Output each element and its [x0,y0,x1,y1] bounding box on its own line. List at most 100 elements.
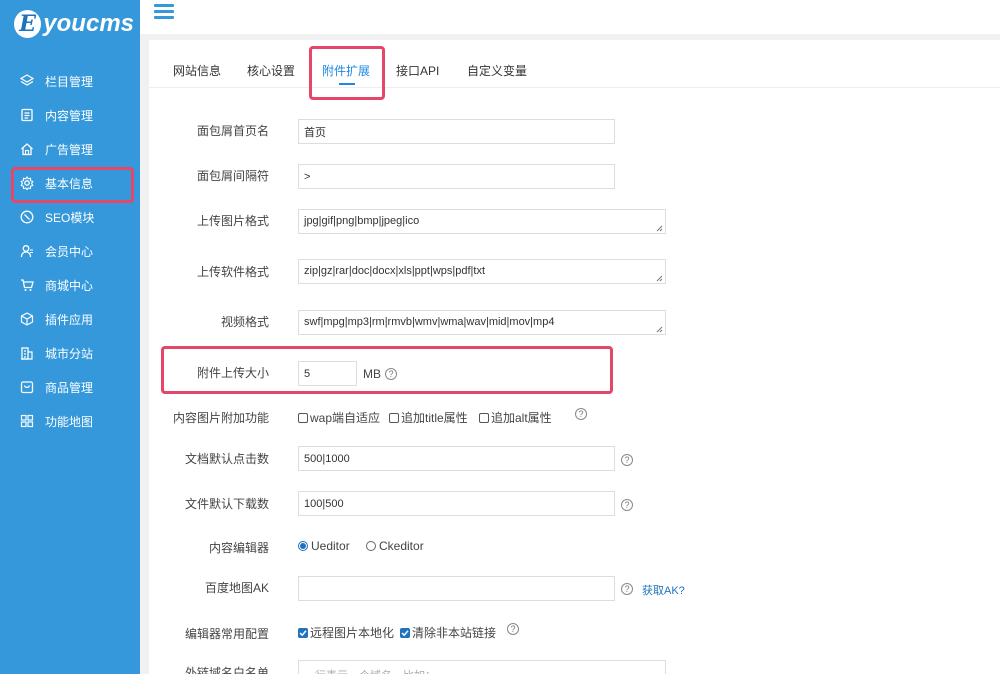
building-icon [20,346,34,360]
textarea-value: jpg|gif|png|bmp|jpeg|ico [304,215,420,227]
sidebar-item-members[interactable]: 会员中心 [0,234,140,268]
field-label: 上传图片格式 [196,214,269,228]
checkbox-box [298,627,308,638]
breadcrumb-home-input[interactable]: 首页 [298,119,615,144]
sidebar-item-label: SEO模块 [45,210,95,225]
ueditor-radio[interactable]: Ueditor [298,539,350,553]
textarea-value: zip|gz|rar|doc|docx|xls|ppt|wps|pdf|txt [304,265,486,277]
sidebar-item-label: 栏目管理 [45,74,94,89]
seo-icon [20,210,34,224]
baidu-ak-input[interactable] [298,576,615,601]
field-label: 文档默认点击数 [184,452,269,466]
cube-icon [20,312,34,326]
sidebar-item-label: 插件应用 [45,312,94,327]
checkbox-box [389,412,399,423]
checkbox-label: 远程图片本地化 [310,626,395,640]
logo-text: youcms [43,10,134,37]
tab-custom-variables[interactable]: 自定义变量 [467,62,527,79]
checkbox-box [479,412,489,423]
help-icon[interactable]: ? [621,454,633,466]
gear-icon [20,176,34,190]
user-icon [20,244,34,258]
checkbox-box [400,627,410,638]
breadcrumb-separator-input[interactable]: > [298,164,615,189]
settings-panel: 网站信息 核心设置 附件扩展 接口API 自定义变量 面包屑首页名 首页 面包屑… [149,40,1000,674]
resize-grip-icon[interactable] [655,274,663,282]
tab-core-settings[interactable]: 核心设置 [247,62,295,79]
help-icon[interactable]: ? [621,583,633,595]
domain-whitelist-textarea[interactable]: 一行表示一个域名，比如： [298,660,666,674]
checkbox-label: 追加alt属性 [491,411,552,425]
field-label: 面包屑间隔符 [196,169,269,183]
tab-api[interactable]: 接口API [396,62,439,79]
sidebar-item-label: 商城中心 [45,278,94,293]
sidebar-item-columns[interactable]: 栏目管理 [0,64,140,98]
home-icon [20,142,34,156]
sidebar-item-shop[interactable]: 商城中心 [0,268,140,302]
radio-dot [366,541,376,551]
tab-site-info[interactable]: 网站信息 [173,62,221,79]
sidebar-item-ads[interactable]: 广告管理 [0,132,140,166]
field-label: 附件上传大小 [196,366,269,380]
size-unit: MB [363,367,381,381]
sidebar-item-label: 城市分站 [45,346,94,361]
ckeditor-radio[interactable]: Ckeditor [366,539,424,553]
tab-attachment-extension[interactable]: 附件扩展 [322,62,370,79]
wap-adaptive-checkbox[interactable]: wap端自适应 [298,409,380,426]
sidebar-item-city-sites[interactable]: 城市分站 [0,336,140,370]
sidebar-nav: 栏目管理 内容管理 广告管理 基本信息 SEO模块 会员中心 商城中心 插件应用… [0,64,140,438]
menu-toggle-icon[interactable] [154,2,174,22]
remote-image-localize-checkbox[interactable]: 远程图片本地化 [298,624,394,641]
resize-grip-icon[interactable] [655,325,663,333]
top-bar [140,0,1000,34]
sidebar-item-label: 功能地图 [45,414,94,429]
help-icon[interactable]: ? [385,368,397,380]
logo[interactable]: E youcms [14,8,134,40]
tab-bar: 网站信息 核心设置 附件扩展 接口API 自定义变量 [149,40,1000,88]
sidebar-item-plugins[interactable]: 插件应用 [0,302,140,336]
video-types-textarea[interactable]: swf|mpg|mp3|rm|rmvb|wmv|wma|wav|mid|mov|… [298,310,666,335]
active-tab-indicator [339,83,355,85]
sidebar-item-content[interactable]: 内容管理 [0,98,140,132]
checkbox-label: 清除非本站链接 [412,626,497,640]
sidebar-item-basic-info[interactable]: 基本信息 [0,166,140,200]
software-types-textarea[interactable]: zip|gz|rar|doc|docx|xls|ppt|wps|pdf|txt [298,259,666,284]
document-icon [20,108,34,122]
textarea-value: swf|mpg|mp3|rm|rmvb|wmv|wma|wav|mid|mov|… [304,316,555,328]
field-label: 外链域名白名单 [184,666,269,674]
file-downloads-input[interactable]: 100|500 [298,491,615,516]
upload-size-input[interactable]: 5 [298,361,357,386]
radio-label: Ckeditor [379,539,424,553]
layers-icon [20,74,34,88]
checkbox-label: wap端自适应 [310,411,381,425]
sidebar-item-products[interactable]: 商品管理 [0,370,140,404]
field-label: 内容编辑器 [208,541,269,555]
sidebar-item-label: 基本信息 [45,176,94,191]
resize-grip-icon[interactable] [655,224,663,232]
help-icon[interactable]: ? [575,408,587,420]
sidebar-item-label: 内容管理 [45,108,94,123]
sidebar: E youcms 栏目管理 内容管理 广告管理 基本信息 SEO模块 会员中心 [0,0,140,674]
field-label: 上传软件格式 [196,265,269,279]
clear-external-links-checkbox[interactable]: 清除非本站链接 [400,624,496,641]
field-label: 编辑器常用配置 [184,627,269,641]
sidebar-item-label: 会员中心 [45,244,94,259]
logo-mark: E [14,10,42,38]
doc-clicks-input[interactable]: 500|1000 [298,446,615,471]
checkbox-box [298,412,308,423]
sidebar-item-feature-map[interactable]: 功能地图 [0,404,140,438]
append-title-checkbox[interactable]: 追加title属性 [389,409,468,426]
field-label: 内容图片附加功能 [172,411,269,425]
append-alt-checkbox[interactable]: 追加alt属性 [479,409,552,426]
image-types-textarea[interactable]: jpg|gif|png|bmp|jpeg|ico [298,209,666,234]
sidebar-item-seo[interactable]: SEO模块 [0,200,140,234]
radio-dot [298,541,308,551]
field-label: 文件默认下载数 [184,497,269,511]
help-icon[interactable]: ? [507,623,519,635]
grid-icon [20,414,34,428]
field-label: 面包屑首页名 [196,124,269,138]
help-icon[interactable]: ? [621,499,633,511]
get-ak-link[interactable]: 获取AK? [642,582,685,598]
cart-icon [20,278,34,292]
radio-label: Ueditor [311,539,350,553]
